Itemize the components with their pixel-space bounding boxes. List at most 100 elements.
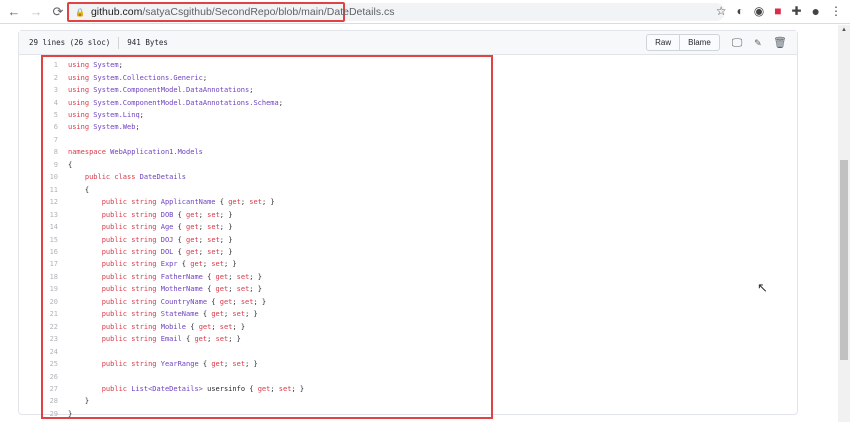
address-bar[interactable]: 🔒 github.com/satyaCsgithub/SecondRepo/bl… — [67, 2, 394, 22]
code-token: ; — [198, 235, 208, 244]
line-number: 23 — [49, 335, 58, 344]
code-token: ; — [135, 123, 140, 132]
code-token: set — [232, 310, 246, 319]
code-token: public class — [84, 173, 140, 182]
code-token: { — [207, 297, 220, 306]
line-number: 1 — [53, 61, 58, 70]
code-token: ; } — [291, 385, 305, 393]
line-number: 27 — [49, 385, 58, 393]
mouse-cursor-icon: ↖ — [757, 280, 768, 295]
code-token: ; — [232, 297, 241, 306]
code-token: ; } — [224, 260, 237, 269]
code-token: public string — [101, 210, 161, 219]
line-number: 5 — [53, 111, 58, 120]
code-line: 23 public string Email { get; set; } — [43, 333, 491, 345]
line-number: 22 — [49, 322, 58, 331]
extension-icon[interactable]: ◉ — [754, 4, 764, 18]
code-token: ; — [202, 73, 208, 82]
code-token: ; — [240, 198, 250, 207]
code-token: { — [202, 285, 216, 294]
code-token: public string — [101, 322, 161, 331]
code-token: public string — [101, 310, 161, 319]
code-token: ; } — [249, 272, 262, 281]
code-line: 11 { — [43, 184, 491, 196]
blame-button[interactable]: Blame — [679, 35, 719, 50]
line-number: 14 — [49, 223, 58, 232]
code-line: 20 public string CountryName { get; set;… — [43, 296, 491, 308]
code-token: get — [198, 322, 212, 331]
code-token: public string — [101, 297, 161, 306]
line-number: 25 — [49, 360, 58, 369]
code-line: 3 using System.ComponentModel.DataAnnotat… — [43, 84, 491, 96]
line-number: 6 — [53, 123, 58, 132]
line-number: 28 — [49, 397, 58, 406]
code-token: get — [228, 198, 241, 207]
scrollbar-thumb[interactable] — [840, 160, 848, 360]
code-token: { — [186, 322, 199, 331]
puzzle-icon[interactable]: ✚ — [791, 4, 801, 18]
code-token: ; — [278, 98, 283, 107]
code-token: Email — [160, 335, 182, 344]
line-number: 21 — [49, 310, 58, 319]
line-number: 11 — [49, 185, 58, 194]
code-token: set — [219, 322, 233, 331]
line-number: 9 — [53, 160, 58, 169]
back-icon[interactable]: ← — [6, 4, 22, 19]
code-token: ; } — [245, 360, 258, 369]
code-line: 9{ — [43, 159, 491, 171]
code-token: YearRange — [160, 360, 199, 369]
code-line: 19 public string MotherName { get; set; … — [43, 283, 491, 295]
code-line: 15 public string DOJ { get; set; } — [43, 233, 491, 245]
code-token: public string — [101, 360, 161, 369]
code-token: { — [173, 210, 187, 219]
line-number: 29 — [49, 409, 58, 418]
scroll-up-icon[interactable]: ▲ — [841, 27, 847, 33]
forward-icon[interactable]: → — [28, 4, 44, 19]
code-token: using — [68, 98, 94, 107]
line-number: 19 — [49, 285, 58, 294]
code-token: ; — [207, 335, 216, 344]
code-token: System.Collections.Generic — [93, 73, 203, 82]
code-token: ; — [198, 223, 208, 232]
code-token: Expr — [160, 260, 178, 269]
code-token: get — [257, 385, 271, 393]
pencil-icon[interactable]: ✎ — [754, 36, 761, 49]
code-token: { — [215, 198, 229, 207]
star-icon[interactable]: ☆ — [716, 4, 727, 18]
file-header: 29 lines (26 sloc) 941 Bytes Raw Blame 🖵… — [19, 31, 797, 55]
code-token: } — [68, 397, 90, 406]
divider — [118, 36, 120, 49]
code-token: ; } — [253, 297, 267, 306]
code-token: get — [215, 272, 229, 281]
code-token: Mobile — [160, 322, 187, 331]
page: 29 lines (26 sloc) 941 Bytes Raw Blame 🖵… — [0, 25, 838, 422]
code-token: usersinfo { — [202, 385, 258, 393]
code-line: 24 — [43, 345, 491, 357]
sync-extension-icon[interactable]: ◐ — [736, 4, 743, 18]
code-token: using — [68, 73, 94, 82]
code-token: { — [68, 185, 90, 194]
raw-button[interactable]: Raw — [647, 35, 679, 50]
pocket-extension-icon[interactable]: ■ — [774, 4, 781, 18]
code-token: ; — [223, 310, 233, 319]
desktop-icon[interactable]: 🖵 — [732, 36, 743, 50]
browser-toolbar: ← → ⟳ 🔒 github.com/satyaCsgithub/SecondR… — [0, 0, 850, 24]
code-token: { — [173, 235, 187, 244]
trash-icon[interactable]: 🗑 — [773, 36, 787, 49]
code-line: 29} — [43, 408, 491, 420]
code-token: ; } — [249, 285, 262, 294]
menu-icon[interactable]: ⋮ — [830, 4, 842, 18]
scrollbar[interactable]: ▲ — [838, 25, 850, 422]
profile-avatar-icon[interactable]: ● — [812, 3, 820, 19]
line-number: 7 — [53, 135, 58, 144]
code-line: 26 — [43, 370, 491, 382]
code-token: public string — [101, 223, 161, 232]
reload-icon[interactable]: ⟳ — [50, 4, 66, 20]
code-token: DateDetails — [139, 173, 187, 182]
